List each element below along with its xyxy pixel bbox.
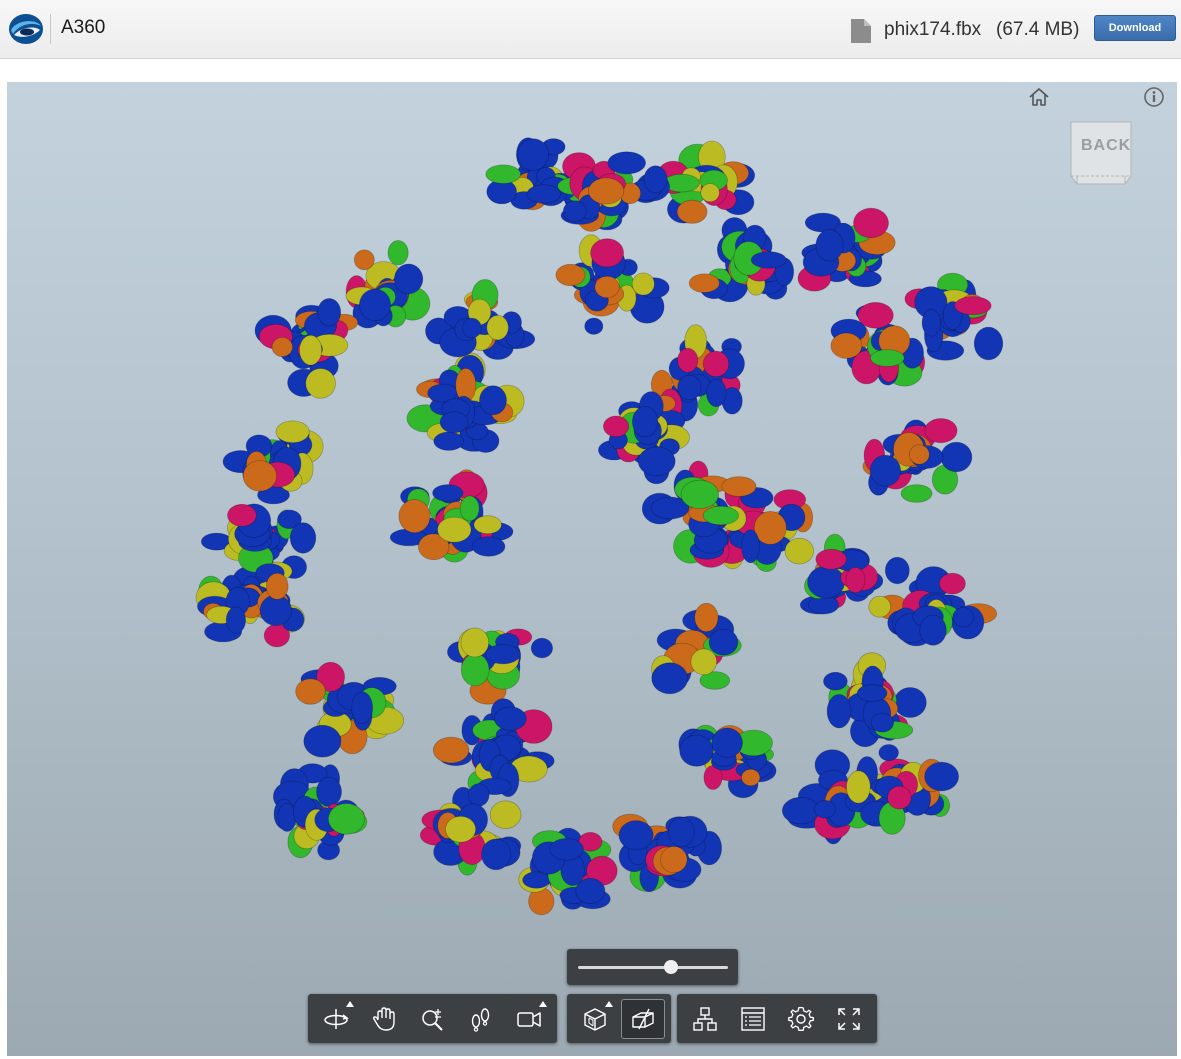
protein-cluster xyxy=(406,364,525,453)
navigation-toolbar xyxy=(308,994,557,1043)
protein-cluster xyxy=(389,469,514,563)
fullscreen-icon xyxy=(838,1007,860,1030)
header-separator xyxy=(50,14,51,44)
walk-button[interactable] xyxy=(459,999,503,1039)
protein-cluster xyxy=(830,302,926,387)
protein-cluster xyxy=(254,298,359,399)
orbit-icon xyxy=(324,1008,349,1029)
protein-cluster xyxy=(823,652,927,748)
explode-button[interactable] xyxy=(573,999,617,1039)
settings-gear-icon xyxy=(788,1006,814,1031)
3d-viewer-canvas[interactable]: BACK xyxy=(7,82,1177,1056)
protein-cluster xyxy=(781,749,897,845)
file-icon xyxy=(851,19,871,43)
protein-cluster xyxy=(195,572,305,648)
protein-cluster xyxy=(655,140,756,224)
protein-cluster xyxy=(862,418,973,503)
protein-cluster xyxy=(797,207,896,292)
protein-cluster xyxy=(688,217,795,303)
protein-cluster xyxy=(678,724,777,799)
zoom-button[interactable] xyxy=(410,999,454,1039)
fullscreen-button[interactable] xyxy=(827,999,871,1039)
protein-cluster xyxy=(799,533,910,620)
protein-cluster xyxy=(345,240,431,329)
protein-cluster xyxy=(447,627,554,705)
autodesk-a360-logo[interactable] xyxy=(8,12,44,46)
explode-slider-panel xyxy=(567,949,738,985)
protein-cluster xyxy=(651,602,742,695)
file-name: phix174.fbx xyxy=(884,19,982,40)
model-toolbar xyxy=(567,994,671,1043)
walk-icon xyxy=(471,1007,489,1032)
flyout-indicator-icon xyxy=(604,1000,613,1007)
settings-toolbar xyxy=(677,994,877,1043)
protein-cluster xyxy=(432,698,555,798)
app-title: A360 xyxy=(61,17,106,38)
zoom-icon xyxy=(421,1008,443,1031)
pan-button[interactable] xyxy=(362,999,406,1039)
properties-button[interactable] xyxy=(731,999,775,1039)
protein-cluster xyxy=(612,813,722,893)
section-icon xyxy=(632,1008,654,1029)
home-icon[interactable] xyxy=(1027,86,1051,108)
protein-cluster xyxy=(598,388,690,485)
properties-icon xyxy=(741,1006,765,1031)
info-icon[interactable] xyxy=(1143,86,1165,108)
model-browser-button[interactable] xyxy=(683,999,727,1039)
protein-cluster xyxy=(295,661,405,758)
protein-cluster xyxy=(518,827,618,916)
protein-cluster xyxy=(272,763,368,861)
file-size: (67.4 MB) xyxy=(996,19,1080,40)
flyout-indicator-icon xyxy=(539,1000,548,1007)
explode-slider-thumb[interactable] xyxy=(664,960,678,974)
download-button[interactable]: Download xyxy=(1094,15,1176,41)
molecule-model[interactable] xyxy=(7,82,1177,1056)
explode-icon xyxy=(584,1007,606,1031)
orbit-button[interactable] xyxy=(314,999,358,1039)
camera-button[interactable] xyxy=(507,999,551,1039)
protein-cluster xyxy=(222,420,324,505)
app-header: A360 phix174.fbx (67.4 MB) Download xyxy=(0,0,1181,59)
protein-cluster xyxy=(555,234,670,335)
protein-cluster xyxy=(425,279,536,390)
model-browser-icon xyxy=(693,1006,717,1031)
settings-button[interactable] xyxy=(779,999,823,1039)
section-button[interactable] xyxy=(620,998,665,1039)
viewcube-face-label: BACK xyxy=(1081,137,1132,154)
camera-icon xyxy=(517,1011,541,1027)
flyout-indicator-icon xyxy=(346,1000,355,1007)
protein-cluster xyxy=(419,783,522,876)
pan-icon xyxy=(373,1006,395,1031)
explode-slider-track[interactable] xyxy=(578,966,728,969)
